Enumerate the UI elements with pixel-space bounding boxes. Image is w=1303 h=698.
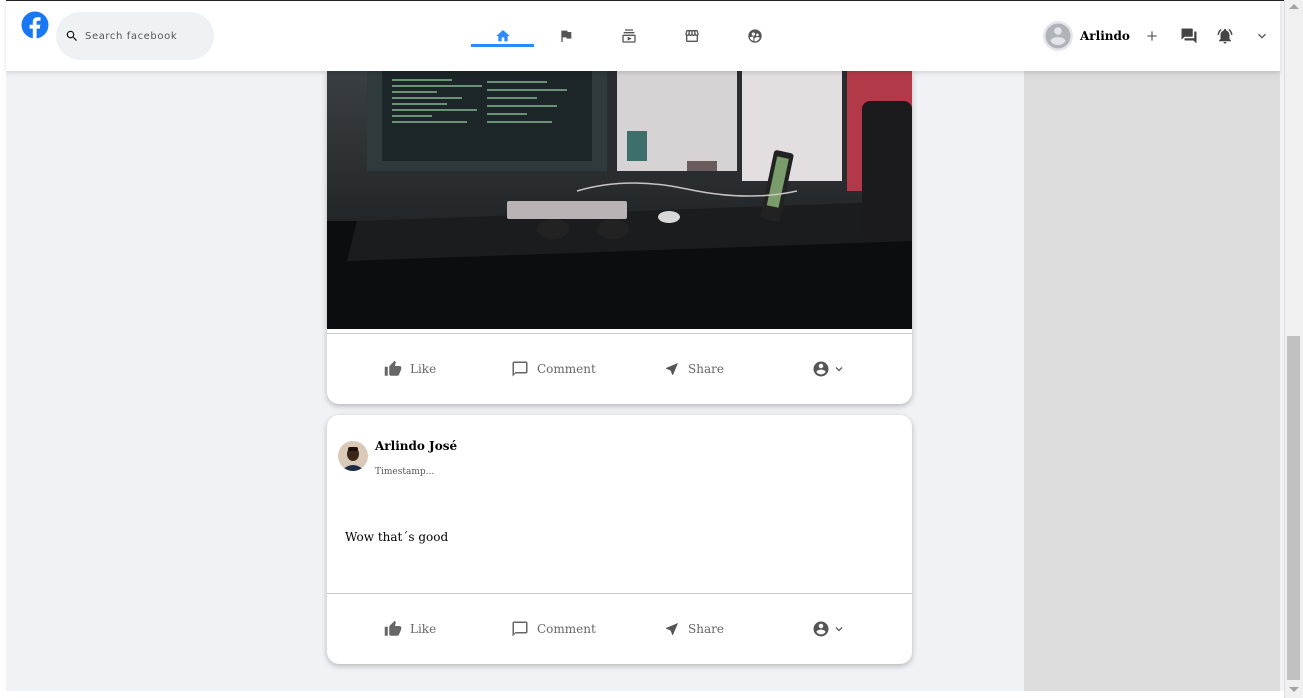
share-label: Share [688, 622, 724, 636]
notifications-active-icon [1217, 28, 1233, 44]
like-button[interactable]: Like [384, 360, 436, 378]
chevron-down-icon [835, 627, 843, 632]
audience-selector[interactable] [812, 360, 846, 378]
audience-selector[interactable] [812, 620, 846, 638]
notifications-button[interactable] [1216, 27, 1234, 45]
chevron-down-icon [1257, 33, 1266, 39]
comment-button[interactable]: Comment [511, 360, 596, 378]
post-card: Arlindo José Timestamp... Wow that´s goo… [327, 415, 912, 664]
thumb-up-icon [384, 360, 402, 376]
vertical-scrollbar[interactable] [1284, 0, 1303, 698]
post-actions: Like Comment Share [327, 334, 912, 404]
chat-bubble-outline-icon [512, 361, 528, 377]
user-avatar[interactable] [1043, 21, 1073, 51]
search-box[interactable] [56, 12, 214, 60]
thumb-up-icon [384, 620, 402, 636]
supervised-user-icon [747, 29, 762, 43]
account-circle-icon [1045, 23, 1071, 49]
account-circle-icon [813, 361, 829, 377]
near-me-icon [666, 363, 678, 375]
author-photo [338, 441, 368, 471]
nav-watch[interactable] [597, 1, 660, 71]
facebook-logo-icon[interactable] [21, 11, 49, 39]
scroll-down-arrow-icon[interactable] [1289, 687, 1299, 692]
comment-label: Comment [537, 362, 596, 376]
account-menu-button[interactable] [1254, 28, 1270, 44]
scrollbar-thumb[interactable] [1287, 336, 1300, 680]
create-button[interactable] [1144, 28, 1160, 44]
post-card: Like Comment Share [327, 71, 912, 404]
chat-bubble-outline-icon [512, 621, 528, 637]
messenger-button[interactable] [1180, 27, 1198, 45]
post-actions: Like Comment Share [327, 594, 912, 664]
flag-icon [560, 30, 571, 42]
post-timestamp: Timestamp... [375, 467, 435, 477]
nav-home[interactable] [471, 1, 534, 71]
like-label: Like [410, 362, 437, 376]
bottom-edge [6, 691, 1284, 698]
share-button[interactable]: Share [664, 361, 724, 377]
comment-label: Comment [537, 622, 596, 636]
nav-marketplace[interactable] [660, 1, 723, 71]
author-name[interactable]: Arlindo José [375, 439, 457, 453]
left-edge [0, 0, 6, 698]
chevron-down-icon [835, 367, 843, 372]
desk-monitors-photo [327, 71, 912, 329]
author-avatar[interactable] [338, 441, 368, 471]
main-nav [471, 1, 786, 71]
comment-button[interactable]: Comment [511, 620, 596, 638]
add-icon [1147, 31, 1157, 41]
near-me-icon [666, 623, 678, 635]
scroll-up-arrow-icon[interactable] [1289, 4, 1299, 9]
like-label: Like [410, 622, 437, 636]
account-circle-icon [813, 621, 829, 637]
right-sidebar [1024, 71, 1280, 691]
share-button[interactable]: Share [664, 621, 724, 637]
nav-groups[interactable] [723, 1, 786, 71]
home-icon [495, 30, 510, 42]
search-icon [66, 30, 77, 41]
search-input[interactable] [83, 29, 197, 43]
nav-pages[interactable] [534, 1, 597, 71]
post-image[interactable] [327, 71, 912, 329]
subscriptions-icon [621, 29, 636, 43]
storefront-icon [684, 30, 699, 42]
top-navbar: Arlindo [6, 1, 1280, 71]
user-name[interactable]: Arlindo [1080, 29, 1130, 43]
like-button[interactable]: Like [384, 620, 436, 638]
post-text: Wow that´s good [345, 530, 449, 544]
header-right: Arlindo [1043, 1, 1270, 71]
share-label: Share [688, 362, 724, 376]
forum-icon [1181, 28, 1197, 44]
